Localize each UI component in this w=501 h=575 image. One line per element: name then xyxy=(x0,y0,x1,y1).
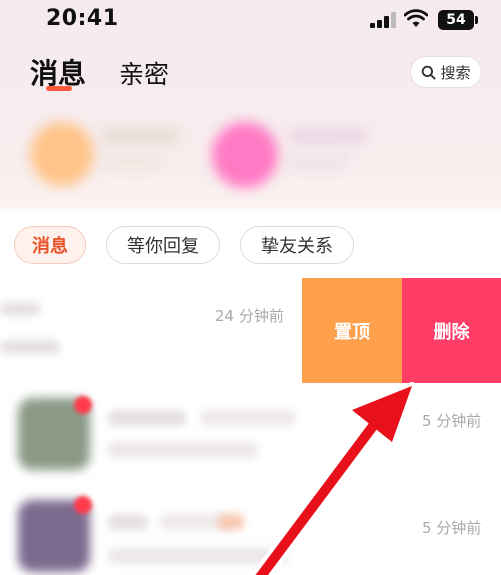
filter-chip-close-friends[interactable]: 挚友关系 xyxy=(240,226,354,264)
status-time: 20:41 xyxy=(46,6,119,31)
cellular-signal-icon xyxy=(370,12,396,28)
wifi-icon xyxy=(404,9,428,27)
battery-icon: 54 xyxy=(438,10,478,30)
search-button[interactable]: 搜索 xyxy=(410,56,482,88)
search-label: 搜索 xyxy=(440,63,471,82)
filter-chip-messages[interactable]: 消息 xyxy=(14,226,86,264)
message-time: 5 分钟前 xyxy=(422,412,482,430)
pin-button[interactable]: 置顶 xyxy=(302,278,402,383)
status-bar: 20:41 54 xyxy=(0,0,501,40)
delete-button[interactable]: 删除 xyxy=(402,278,501,383)
filter-chip-awaiting-reply[interactable]: 等你回复 xyxy=(106,226,220,264)
messages-page: 20:41 54 消息 亲密 搜索 消息 等你回复 挚友关系 24 分钟前 置顶… xyxy=(0,0,501,575)
tab-intimate[interactable]: 亲密 xyxy=(119,55,169,91)
message-time: 24 分钟前 xyxy=(215,307,284,325)
tab-active-indicator xyxy=(46,86,72,91)
search-icon xyxy=(422,65,437,80)
message-time: 5 分钟前 xyxy=(422,519,482,537)
